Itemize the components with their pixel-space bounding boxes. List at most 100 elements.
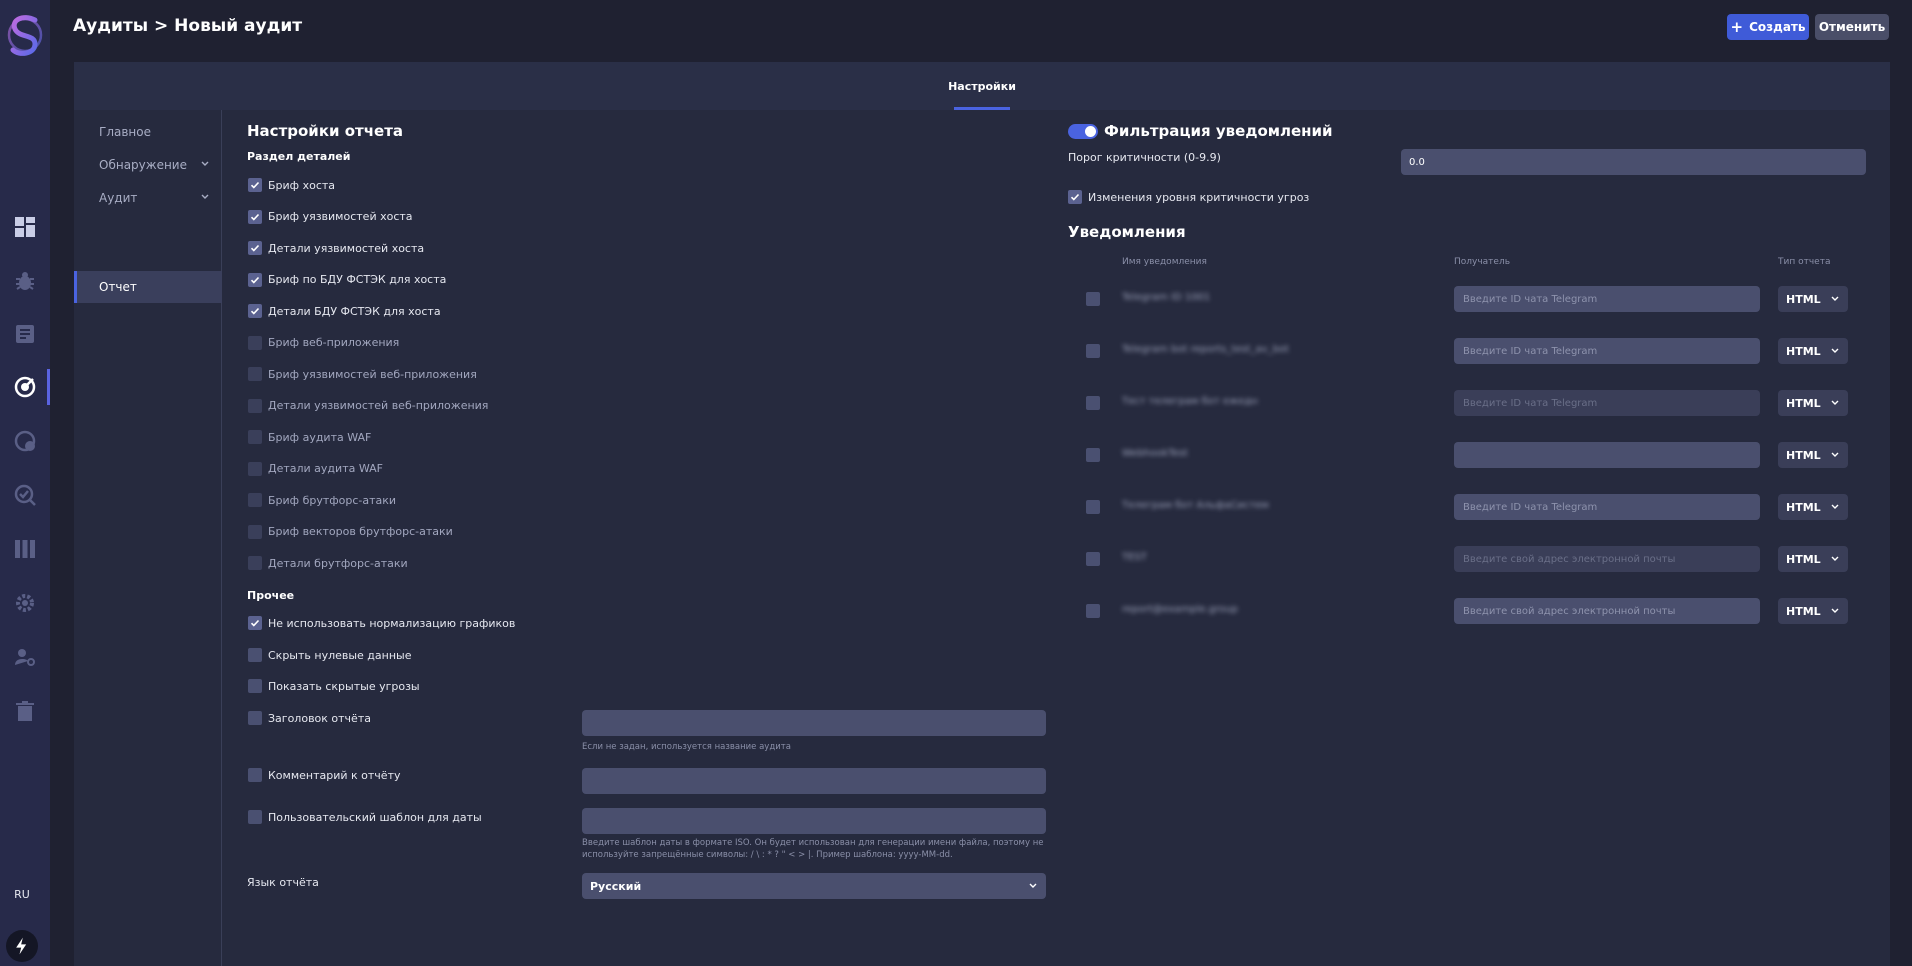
document-icon[interactable] bbox=[0, 314, 50, 354]
checkbox[interactable] bbox=[248, 461, 262, 476]
subnav-item-label: Обнаружение bbox=[99, 158, 187, 172]
checkbox[interactable] bbox=[248, 398, 262, 413]
recipient-input[interactable]: Введите ID чата Telegram bbox=[1454, 338, 1760, 364]
report-option-checkbox[interactable]: Бриф векторов брутфорс-атаки bbox=[248, 523, 453, 541]
report-title-input[interactable] bbox=[582, 710, 1046, 736]
audit-icon[interactable] bbox=[0, 367, 50, 407]
report-option-checkbox[interactable]: Детали аудита WAF bbox=[248, 460, 383, 478]
chevron-down-icon bbox=[1029, 883, 1037, 888]
report-option-checkbox[interactable]: Не использовать нормализацию графиков bbox=[248, 614, 515, 632]
threshold-input[interactable]: 0.0 bbox=[1401, 149, 1866, 175]
report-type-select[interactable]: HTML bbox=[1778, 338, 1848, 364]
report-option-checkbox[interactable]: Бриф уязвимостей хоста bbox=[248, 208, 413, 226]
checkbox[interactable] bbox=[1086, 604, 1100, 618]
report-option-checkbox[interactable]: Бриф веб-приложения bbox=[248, 334, 399, 352]
report-type-select[interactable]: HTML bbox=[1778, 390, 1848, 416]
notification-row: TEST Введите свой адрес электронной почты… bbox=[1086, 546, 1856, 572]
recipient-input[interactable]: Введите ID чата Telegram bbox=[1454, 286, 1760, 312]
notification-name: Телеграм бот АльфаСистем bbox=[1122, 500, 1269, 511]
report-option-checkbox[interactable]: Детали уязвимостей веб-приложения bbox=[248, 397, 488, 415]
language-switch[interactable]: RU bbox=[0, 888, 44, 901]
checkbox[interactable] bbox=[248, 272, 262, 287]
cancel-button[interactable]: Отменить bbox=[1815, 14, 1889, 40]
chevron-down-icon bbox=[1831, 608, 1839, 613]
checkbox[interactable] bbox=[248, 304, 262, 318]
report-option-checkbox[interactable]: Бриф брутфорс-атаки bbox=[248, 491, 396, 509]
checkbox[interactable] bbox=[248, 711, 262, 725]
recipient-input[interactable] bbox=[1454, 442, 1760, 468]
report-option-checkbox[interactable]: Бриф аудита WAF bbox=[248, 428, 371, 446]
notification-name: TEST bbox=[1122, 552, 1147, 563]
recipient-input[interactable]: Введите свой адрес электронной почты bbox=[1454, 598, 1760, 624]
notification-name: WebhookTest bbox=[1122, 448, 1188, 459]
report-option-checkbox[interactable]: Детали БДУ ФСТЭК для хоста bbox=[248, 302, 441, 320]
checkbox[interactable] bbox=[248, 616, 262, 630]
report-type-value: HTML bbox=[1786, 448, 1821, 462]
subnav-item-audit[interactable]: Аудит bbox=[74, 182, 222, 214]
checkbox[interactable] bbox=[1086, 396, 1100, 410]
report-type-select[interactable]: HTML bbox=[1778, 494, 1848, 520]
report-option-checkbox[interactable]: Скрыть нулевые данные bbox=[248, 646, 412, 664]
col-header-name: Имя уведомления bbox=[1122, 257, 1207, 267]
recipient-input[interactable]: Введите ID чата Telegram bbox=[1454, 494, 1760, 520]
report-option-checkbox[interactable]: Бриф хоста bbox=[248, 176, 335, 194]
trash-icon[interactable] bbox=[0, 691, 50, 731]
tab-settings[interactable]: Настройки bbox=[948, 62, 1016, 110]
date-template-input[interactable] bbox=[582, 808, 1046, 834]
checkbox[interactable] bbox=[248, 493, 262, 507]
user-gear-icon[interactable] bbox=[0, 637, 50, 677]
checkbox[interactable] bbox=[248, 524, 262, 539]
subnav-item-main[interactable]: Главное bbox=[74, 116, 222, 148]
columns-icon[interactable] bbox=[0, 529, 50, 569]
create-button[interactable]: + Создать bbox=[1727, 14, 1809, 40]
subnav-item-report[interactable]: Отчет bbox=[74, 271, 222, 303]
checkbox[interactable] bbox=[248, 430, 262, 444]
checkbox[interactable] bbox=[1086, 448, 1100, 462]
threat-level-change-checkbox[interactable]: Изменения уровня критичности угроз bbox=[1068, 188, 1309, 206]
report-comment-input[interactable] bbox=[582, 768, 1046, 794]
checkbox[interactable] bbox=[1086, 292, 1100, 306]
checkbox-label: Бриф аудита WAF bbox=[268, 430, 372, 444]
report-type-value: HTML bbox=[1786, 396, 1821, 410]
checkbox[interactable] bbox=[248, 209, 262, 224]
bug-icon[interactable] bbox=[0, 261, 50, 301]
check-mark-icon bbox=[250, 307, 260, 315]
scan-icon[interactable] bbox=[0, 421, 50, 461]
checkbox[interactable] bbox=[1086, 344, 1100, 358]
recipient-input[interactable]: Введите ID чата Telegram bbox=[1454, 390, 1760, 416]
report-option-checkbox[interactable]: Детали брутфорс-атаки bbox=[248, 554, 408, 572]
report-type-select[interactable]: HTML bbox=[1778, 546, 1848, 572]
checkbox[interactable] bbox=[1086, 500, 1100, 514]
checkbox[interactable] bbox=[1086, 552, 1100, 566]
checkbox[interactable] bbox=[248, 178, 262, 192]
report-option-checkbox[interactable]: Показать скрытые угрозы bbox=[248, 677, 420, 695]
checkbox[interactable] bbox=[1068, 190, 1082, 204]
checkbox[interactable] bbox=[248, 241, 262, 255]
check-icon[interactable] bbox=[0, 475, 50, 515]
report-type-select[interactable]: HTML bbox=[1778, 598, 1848, 624]
report-type-select[interactable]: HTML bbox=[1778, 442, 1848, 468]
notification-filter-toggle[interactable] bbox=[1068, 124, 1098, 139]
recipient-input[interactable]: Введите свой адрес электронной почты bbox=[1454, 546, 1760, 572]
report-option-checkbox[interactable]: Бриф уязвимостей веб-приложения bbox=[248, 365, 477, 383]
checkbox[interactable] bbox=[248, 679, 262, 693]
checkbox[interactable] bbox=[248, 810, 262, 824]
report-option-checkbox[interactable]: Комментарий к отчёту bbox=[248, 766, 400, 784]
report-option-checkbox[interactable]: Детали уязвимостей хоста bbox=[248, 239, 424, 257]
bolt-logo-icon[interactable] bbox=[6, 930, 38, 962]
report-language-select[interactable]: Русский bbox=[582, 873, 1046, 899]
checkbox[interactable] bbox=[248, 648, 262, 662]
checkbox[interactable] bbox=[248, 768, 262, 782]
report-option-checkbox[interactable]: Пользовательский шаблон для даты bbox=[248, 808, 482, 826]
dashboard-icon[interactable] bbox=[0, 207, 50, 247]
logo[interactable] bbox=[5, 12, 45, 58]
report-option-checkbox[interactable]: Заголовок отчёта bbox=[248, 709, 371, 727]
report-type-select[interactable]: HTML bbox=[1778, 286, 1848, 312]
subnav-item-discovery[interactable]: Обнаружение bbox=[74, 149, 222, 181]
gear-icon[interactable] bbox=[0, 583, 50, 623]
checkbox[interactable] bbox=[248, 367, 262, 381]
report-option-checkbox[interactable]: Бриф по БДУ ФСТЭК для хоста bbox=[248, 271, 446, 289]
checkbox[interactable] bbox=[248, 335, 262, 350]
checkbox[interactable] bbox=[248, 556, 262, 570]
checkbox-label: Бриф уязвимостей хоста bbox=[268, 210, 413, 223]
